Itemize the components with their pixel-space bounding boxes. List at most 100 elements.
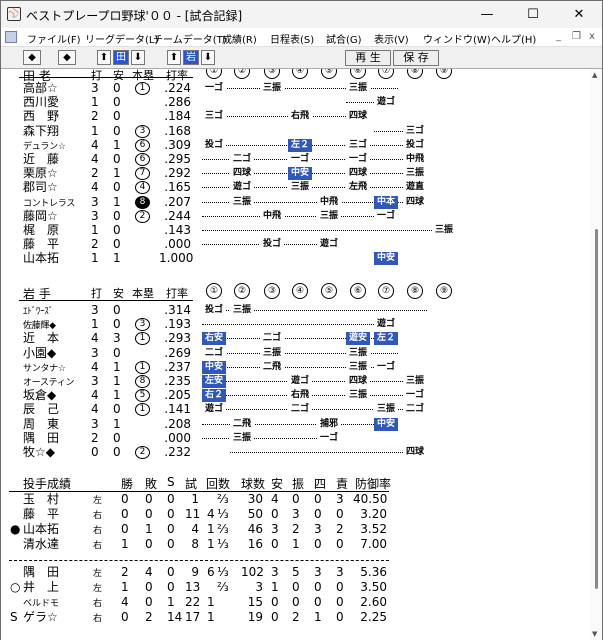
at-bat-result[interactable]: 四球 [346,375,370,388]
team2-up-button[interactable]: ⬆ [167,50,181,65]
table-row[interactable]: 西川愛 1 0 .286 遊ゴ [1,96,471,110]
table-row[interactable]: 清水達右 1 0 0 8 1 ⅓ 16 0 1 0 0 7.00 [1,538,401,552]
at-bat-result[interactable]: 三振 [317,209,341,223]
at-bat-result[interactable]: 四球 [230,167,254,181]
at-bat-result[interactable]: 中飛 [317,195,341,209]
at-bat-result[interactable]: 捕邪 [317,417,341,431]
table-row[interactable]: ｴﾄﾞﾜｰｽﾞ 3 0 .314 投ゴ 三振 [1,304,471,317]
at-bat-result[interactable]: 左飛 [346,181,370,195]
at-bat-result[interactable]: 三振 [346,360,370,374]
at-bat-result[interactable]: 四球 [403,446,427,459]
at-bat-result[interactable]: 三振 [374,403,398,417]
at-bat-result[interactable]: 投ゴ [403,138,427,152]
maximize-button[interactable]: ☐ [510,1,556,28]
table-row[interactable]: 藤岡☆ 3 0 2 .244 中飛 三振 一ゴ [1,209,471,223]
table-row[interactable]: 辰 己 4 0 1.141 遊ゴ 二ゴ 三振 二ゴ [1,403,471,417]
table-row[interactable]: 牧☆◆ 0 0 2 .232 四球 [1,446,471,459]
at-bat-result[interactable]: 中安 [374,252,398,266]
player-name[interactable]: ｴﾄﾞﾜｰｽﾞ [23,306,53,319]
menu-file[interactable]: ファイル(F) [27,31,81,46]
table-row[interactable]: 郡司☆ 4 0 4 .165 遊ゴ 三振 左飛 遊直 [1,181,471,195]
close-button[interactable]: ✕ [556,1,602,28]
at-bat-result[interactable]: 四球 [346,167,370,181]
menu-league-data[interactable]: リーグデータ(L) [85,31,158,46]
at-bat-result[interactable]: 一ゴ [317,431,341,445]
at-bat-result[interactable]: 一ゴ [288,153,312,166]
menu-window[interactable]: ウィンドウ(W) [423,31,491,46]
at-bat-result[interactable]: 投ゴ [202,138,226,152]
at-bat-result[interactable]: 右飛 [288,389,312,403]
at-bat-result[interactable]: 遊ゴ [317,238,341,252]
player-name[interactable]: 西 野 [23,110,59,123]
at-bat-result[interactable]: 三振 [403,167,427,181]
at-bat-result[interactable]: 二ゴ [403,403,427,417]
table-row[interactable]: コントレラス 3 1 8.207 三振 中飛 中本 四球 [1,195,471,209]
table-row[interactable]: 周 東 3 1 .208 二飛 捕邪 中安 [1,417,471,431]
at-bat-result[interactable]: 二飛 [230,417,254,431]
table-row[interactable]: 近 本 4 3 1 .293 右安 二ゴ 遊安 左２ [1,332,471,346]
player-name[interactable]: 周 東 [23,417,59,431]
table-row[interactable]: ○ 井 上左 1 0 0 13 ⅔ 3 1 0 0 0 3.50 [1,581,401,595]
team2-select-button[interactable]: 岩 [183,50,199,65]
player-name[interactable]: 隅 田 [23,431,59,445]
at-bat-result[interactable]: 遊ゴ [374,96,398,110]
at-bat-result[interactable]: 遊安 [346,332,370,346]
at-bat-result[interactable]: 三振 [260,82,284,95]
table-row[interactable]: サンタナ☆ 4 1 1.237 中安 二飛 三振 一ゴ [1,360,471,376]
menu-game[interactable]: 試合(G) [326,31,362,46]
table-row[interactable]: 近 藤 4 0 6 .295 二ゴ 一ゴ 一ゴ 中飛 [1,153,471,166]
at-bat-result[interactable]: 二ゴ [230,153,254,166]
scrollbar-thumb[interactable] [595,229,598,589]
at-bat-result[interactable]: 三振 [403,375,427,388]
player-name[interactable]: 西川愛 [23,96,59,109]
table-row[interactable]: オースティン 3 1 8.235 左安 遊ゴ 四球 三振 [1,375,471,388]
at-bat-result[interactable]: 三振 [230,431,254,445]
at-bat-result[interactable]: 一ゴ [403,389,427,403]
at-bat-result[interactable]: 三振 [346,82,370,95]
player-name[interactable]: 藤 平 [23,238,59,251]
document-icon[interactable] [5,31,17,43]
at-bat-result[interactable]: 中本 [374,195,398,209]
at-bat-result[interactable]: 右安 [202,332,226,346]
player-name[interactable]: 山本拓 [23,252,59,265]
next-game-button[interactable]: ◆ [58,50,76,65]
table-row[interactable]: 小園◆ 3 0 .269 二ゴ 三振 三振 [1,346,471,360]
table-row[interactable]: 西 野 2 0 .184 三ゴ 右飛 四球 [1,110,471,124]
scroll-down-icon[interactable]: ▼ [592,630,597,638]
pitcher-name[interactable]: 井 上 [23,581,59,594]
pitcher-name[interactable]: 山本拓 [23,523,59,536]
at-bat-result[interactable]: 二ゴ [202,346,226,360]
at-bat-result[interactable]: 中安 [202,360,226,374]
at-bat-result[interactable]: 遊ゴ [374,318,398,332]
menu-view[interactable]: 表示(V) [374,31,409,46]
team1-down-button[interactable]: ⬇ [131,50,145,65]
save-button[interactable]: 保 存 [393,50,439,66]
scroll-up-icon[interactable]: ▲ [592,71,597,79]
at-bat-result[interactable]: 四球 [403,195,427,209]
player-name[interactable]: 森下翔 [23,124,59,138]
at-bat-result[interactable]: 遊ゴ [288,375,312,388]
table-row[interactable]: 藤 平右 0 0 0 11 4 ⅓ 50 0 3 0 0 3.20 [1,508,401,522]
team1-up-button[interactable]: ⬆ [97,50,111,65]
at-bat-result[interactable]: 三振 [432,224,456,237]
mdi-minimize-button[interactable]: _ [556,31,561,42]
menu-help[interactable]: ヘルプ(H) [491,31,536,46]
table-row[interactable]: S ゲラ☆ 右 0 2 14 17 1 19 0 2 1 0 2.25 [1,611,401,625]
table-row[interactable]: 隅 田左 2 4 0 9 6 ⅓ 102 3 5 3 3 5.36 [1,566,401,580]
at-bat-result[interactable]: 三ゴ [202,110,226,124]
pitcher-name[interactable]: 清水達 [23,538,59,551]
at-bat-result[interactable]: 三振 [230,304,254,317]
pitcher-name[interactable]: ゲラ☆ [23,611,58,624]
player-name[interactable]: 坂倉◆ [23,389,56,402]
at-bat-result[interactable]: 中安 [374,417,398,431]
player-name[interactable]: サンタナ☆ [23,363,66,376]
at-bat-result[interactable]: 左安 [202,375,226,388]
at-bat-result[interactable]: 四球 [346,110,370,124]
at-bat-result[interactable]: 中飛 [260,209,284,223]
at-bat-result[interactable]: 投ゴ [202,304,226,317]
at-bat-result[interactable]: 一ゴ [202,82,226,95]
at-bat-result[interactable]: 右飛 [288,110,312,124]
at-bat-result[interactable]: 遊直 [403,181,427,195]
player-name[interactable]: 近 藤 [23,153,59,166]
at-bat-result[interactable]: 二飛 [260,360,284,374]
